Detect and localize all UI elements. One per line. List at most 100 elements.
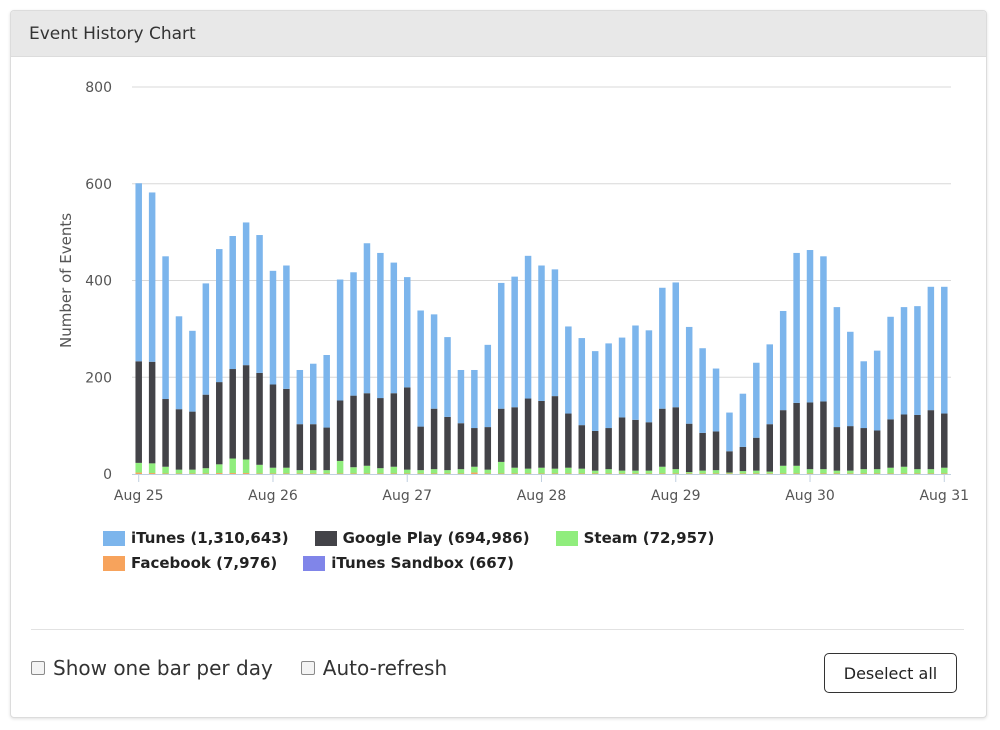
bar-segment[interactable] <box>135 183 142 362</box>
bar-segment[interactable] <box>565 326 572 414</box>
bar-segment[interactable] <box>806 402 814 470</box>
bar-segment[interactable] <box>430 469 438 474</box>
bar-segment[interactable] <box>175 316 183 410</box>
bar-segment[interactable] <box>565 413 572 468</box>
bar-segment[interactable] <box>712 473 720 475</box>
bar-segment[interactable] <box>242 222 250 366</box>
checkbox-icon[interactable] <box>31 661 45 675</box>
bar-segment[interactable] <box>296 424 304 471</box>
bar-segment[interactable] <box>256 372 263 465</box>
bar-segment[interactable] <box>377 468 384 474</box>
bar-segment[interactable] <box>873 473 881 475</box>
bar-segment[interactable] <box>148 473 156 474</box>
bar-segment[interactable] <box>417 473 424 475</box>
bar-segment[interactable] <box>645 422 653 471</box>
bar-segment[interactable] <box>283 467 290 474</box>
bar-segment[interactable] <box>605 428 612 470</box>
bar-segment[interactable] <box>323 473 330 475</box>
bar-segment[interactable] <box>403 277 411 388</box>
bar-segment[interactable] <box>189 469 196 474</box>
bar-segment[interactable] <box>887 467 894 474</box>
bar-segment[interactable] <box>162 473 169 475</box>
bar-segment[interactable] <box>672 473 680 475</box>
bar-segment[interactable] <box>887 316 894 420</box>
bar-segment[interactable] <box>283 473 290 475</box>
bar-segment[interactable] <box>444 470 451 474</box>
bar-segment[interactable] <box>390 473 398 475</box>
bar-segment[interactable] <box>216 473 223 474</box>
bar-segment[interactable] <box>591 351 599 431</box>
bar-segment[interactable] <box>538 473 545 475</box>
bar-segment[interactable] <box>551 468 559 474</box>
bar-segment[interactable] <box>417 470 424 474</box>
bar-segment[interactable] <box>269 270 277 385</box>
bar-segment[interactable] <box>645 470 653 474</box>
bar-segment[interactable] <box>350 467 357 474</box>
bar-segment[interactable] <box>538 265 545 401</box>
bar-segment[interactable] <box>726 472 733 474</box>
bar-segment[interactable] <box>685 473 693 475</box>
bar-segment[interactable] <box>565 467 572 474</box>
bar-segment[interactable] <box>618 470 626 474</box>
bar-segment[interactable] <box>202 473 210 475</box>
bar-segment[interactable] <box>820 256 827 402</box>
bar-segment[interactable] <box>618 473 626 475</box>
bar-segment[interactable] <box>632 473 639 475</box>
bar-segment[interactable] <box>269 384 277 468</box>
bar-segment[interactable] <box>216 249 223 383</box>
bar-segment[interactable] <box>699 432 706 471</box>
deselect-all-button[interactable]: Deselect all <box>824 653 957 693</box>
bar-segment[interactable] <box>457 369 465 424</box>
bar-segment[interactable] <box>256 464 263 474</box>
bar-segment[interactable] <box>793 465 800 474</box>
checkbox-icon[interactable] <box>300 661 315 675</box>
bar-segment[interactable] <box>914 414 921 470</box>
show-one-bar-checkbox[interactable]: Show one bar per day <box>31 656 273 680</box>
bar-segment[interactable] <box>444 473 451 475</box>
bar-segment[interactable] <box>833 470 841 474</box>
bar-segment[interactable] <box>229 473 236 474</box>
bar-segment[interactable] <box>135 361 142 463</box>
bar-segment[interactable] <box>591 430 599 471</box>
bar-segment[interactable] <box>578 425 586 469</box>
bar-segment[interactable] <box>296 473 304 475</box>
bar-segment[interactable] <box>793 252 800 403</box>
bar-segment[interactable] <box>900 473 908 475</box>
bar-segment[interactable] <box>941 467 948 474</box>
bar-segment[interactable] <box>860 473 867 475</box>
bar-segment[interactable] <box>430 314 438 409</box>
bar-segment[interactable] <box>806 250 814 403</box>
bar-segment[interactable] <box>471 369 478 429</box>
bar-segment[interactable] <box>591 473 599 475</box>
bar-segment[interactable] <box>659 466 666 474</box>
bar-segment[interactable] <box>216 382 223 465</box>
bar-segment[interactable] <box>524 468 532 474</box>
bar-segment[interactable] <box>605 469 612 474</box>
bar-segment[interactable] <box>269 467 277 474</box>
bar-segment[interactable] <box>820 473 827 475</box>
bar-segment[interactable] <box>283 265 290 389</box>
auto-refresh-checkbox[interactable]: Auto-refresh <box>300 656 447 680</box>
bar-segment[interactable] <box>484 427 492 470</box>
bar-segment[interactable] <box>847 331 854 427</box>
bar-segment[interactable] <box>779 310 787 411</box>
bar-segment[interactable] <box>699 473 706 475</box>
bar-segment[interactable] <box>941 286 948 414</box>
bar-segment[interactable] <box>672 469 680 474</box>
bar-segment[interactable] <box>296 369 304 425</box>
bar-segment[interactable] <box>699 470 706 474</box>
bar-segment[interactable] <box>202 283 210 395</box>
bar-segment[interactable] <box>793 402 800 466</box>
bar-segment[interactable] <box>941 473 948 475</box>
bar-segment[interactable] <box>618 337 626 418</box>
bar-segment[interactable] <box>726 473 733 475</box>
bar-segment[interactable] <box>927 286 935 411</box>
bar-segment[interactable] <box>484 473 492 475</box>
bar-segment[interactable] <box>712 368 720 432</box>
bar-segment[interactable] <box>511 407 518 468</box>
bar-segment[interactable] <box>779 473 787 475</box>
bar-segment[interactable] <box>753 362 760 438</box>
bar-segment[interactable] <box>578 338 586 426</box>
bar-segment[interactable] <box>336 460 344 474</box>
bar-segment[interactable] <box>873 469 881 474</box>
